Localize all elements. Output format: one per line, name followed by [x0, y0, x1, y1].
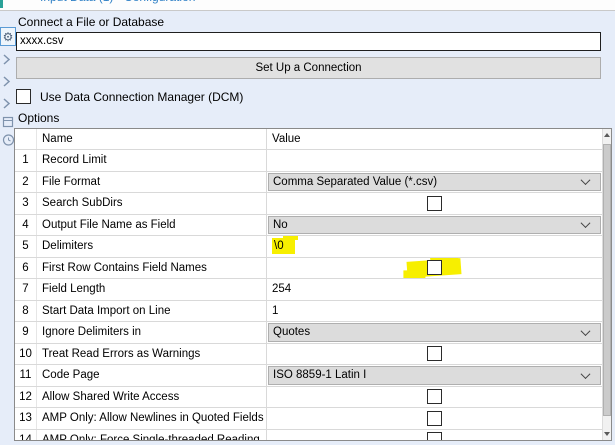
clipped-panel-title: Input Data (1) - Configuration	[40, 0, 195, 4]
option-name: Field Length	[37, 279, 267, 300]
setup-connection-button[interactable]: Set Up a Connection	[16, 57, 601, 79]
option-row-12: 12 Allow Shared Write Access	[15, 386, 602, 408]
chevron-right-icon[interactable]	[2, 53, 11, 66]
output-file-name-as-field-dropdown[interactable]: No	[268, 215, 601, 234]
option-name: Start Data Import on Line	[37, 300, 267, 321]
option-value[interactable]: \0	[272, 236, 298, 254]
chevron-right-icon[interactable]	[2, 97, 11, 110]
dcm-option-row: Use Data Connection Manager (DCM)	[16, 89, 243, 104]
option-row-4: 4 Output File Name as Field No	[15, 214, 602, 236]
chevron-down-icon	[580, 175, 591, 186]
grid-vertical-scrollbar[interactable]	[602, 129, 611, 440]
ignore-delimiters-in-dropdown[interactable]: Quotes	[268, 323, 601, 342]
file-path-value: xxxx.csv	[20, 35, 64, 47]
amp-only-force-single-threaded-reading-checkbox[interactable]	[427, 432, 442, 440]
first-row-contains-field-names-checkbox[interactable]	[427, 260, 442, 276]
option-row-6: 6 First Row Contains Field Names	[15, 257, 602, 279]
package-icon[interactable]	[2, 115, 14, 128]
option-row-3: 3 Search SubDirs	[15, 193, 602, 215]
dcm-checkbox[interactable]	[16, 89, 31, 104]
amp-only-allow-newlines-in-quoted-fields-checkbox[interactable]	[427, 410, 442, 426]
row-number: 7	[15, 279, 37, 300]
option-name: Treat Read Errors as Warnings	[37, 343, 267, 364]
connect-section-label: Connect a File or Database	[18, 15, 165, 29]
treat-read-errors-as-warnings-checkbox[interactable]	[427, 346, 442, 362]
row-number: 13	[15, 408, 37, 429]
option-row-5: 5 Delimiters \0	[15, 236, 602, 258]
option-row-14: 14 AMP Only: Force Single-threaded Readin…	[15, 429, 602, 440]
grid-header-row: Name Value	[15, 129, 602, 150]
option-value[interactable]: 1	[272, 301, 278, 321]
row-number: 1	[15, 150, 37, 171]
chevron-down-icon	[580, 368, 591, 379]
dropdown-selected-value: Comma Separated Value (*.csv)	[273, 175, 438, 188]
row-number: 4	[15, 214, 37, 235]
option-name: Code Page	[37, 365, 267, 386]
option-name: First Row Contains Field Names	[37, 257, 267, 278]
row-number: 12	[15, 386, 37, 407]
option-value[interactable]: 254	[272, 279, 291, 299]
option-row-8: 8 Start Data Import on Line 1	[15, 300, 602, 322]
row-number: 14	[15, 429, 37, 440]
clipped-tool-fragment	[0, 0, 3, 8]
option-name: Output File Name as Field	[37, 214, 267, 235]
option-name: Ignore Delimiters in	[37, 322, 267, 343]
option-name: Delimiters	[37, 236, 267, 257]
option-name: AMP Only: Allow Newlines in Quoted Field…	[37, 408, 267, 429]
dropdown-selected-value: Quotes	[273, 326, 311, 339]
option-row-9: 9 Ignore Delimiters in Quotes	[15, 322, 602, 344]
file-path-input[interactable]: xxxx.csv	[16, 32, 601, 51]
row-number: 8	[15, 300, 37, 321]
row-number: 10	[15, 343, 37, 364]
option-row-1: 1 Record Limit	[15, 150, 602, 172]
code-page-dropdown[interactable]: ISO 8859-1 Latin I	[268, 366, 601, 385]
search-subdirs-checkbox[interactable]	[427, 195, 442, 211]
file-format-dropdown[interactable]: Comma Separated Value (*.csv)	[268, 172, 601, 191]
allow-shared-write-access-checkbox[interactable]	[427, 389, 442, 405]
scrollbar-thumb[interactable]	[603, 144, 611, 416]
row-number: 11	[15, 365, 37, 386]
option-name: AMP Only: Force Single-threaded Reading	[37, 429, 267, 440]
option-name: Search SubDirs	[37, 193, 267, 214]
chevron-down-icon	[580, 325, 591, 336]
row-number: 5	[15, 236, 37, 257]
dropdown-selected-value: ISO 8859-1 Latin I	[273, 369, 367, 382]
scroll-down-arrow-icon[interactable]	[604, 432, 610, 436]
option-row-13: 13 AMP Only: Allow Newlines in Quoted Fie…	[15, 408, 602, 430]
options-grid: Name Value 1 Record Limit 2 File Format Comm…	[14, 128, 612, 441]
row-number: 9	[15, 322, 37, 343]
row-number: 6	[15, 257, 37, 278]
dcm-label: Use Data Connection Manager (DCM)	[40, 89, 244, 104]
input-data-configuration-panel: Input Data (1) - Configuration ⚙ Connect…	[0, 0, 615, 445]
header-name-cell: Name	[37, 129, 267, 149]
option-name: Record Limit	[37, 150, 267, 171]
scroll-up-arrow-icon[interactable]	[604, 133, 610, 137]
option-row-7: 7 Field Length 254	[15, 279, 602, 301]
chevron-down-icon	[580, 218, 591, 229]
options-section-label: Options	[18, 111, 60, 125]
option-row-11: 11 Code Page ISO 8859-1 Latin I	[15, 365, 602, 387]
clipped-window-top: Input Data (1) - Configuration	[0, 0, 615, 11]
header-value-cell: Value	[272, 133, 301, 145]
chevron-right-icon[interactable]	[2, 75, 11, 88]
option-name: File Format	[37, 171, 267, 192]
row-number: 2	[15, 171, 37, 192]
row-number: 3	[15, 193, 37, 214]
option-row-10: 10 Treat Read Errors as Warnings	[15, 343, 602, 365]
option-row-2: 2 File Format Comma Separated Value (*.csv…	[15, 171, 602, 193]
gear-icon[interactable]: ⚙	[0, 27, 16, 46]
header-number-cell	[15, 129, 37, 149]
dropdown-selected-value: No	[273, 218, 288, 231]
option-name: Allow Shared Write Access	[37, 386, 267, 407]
